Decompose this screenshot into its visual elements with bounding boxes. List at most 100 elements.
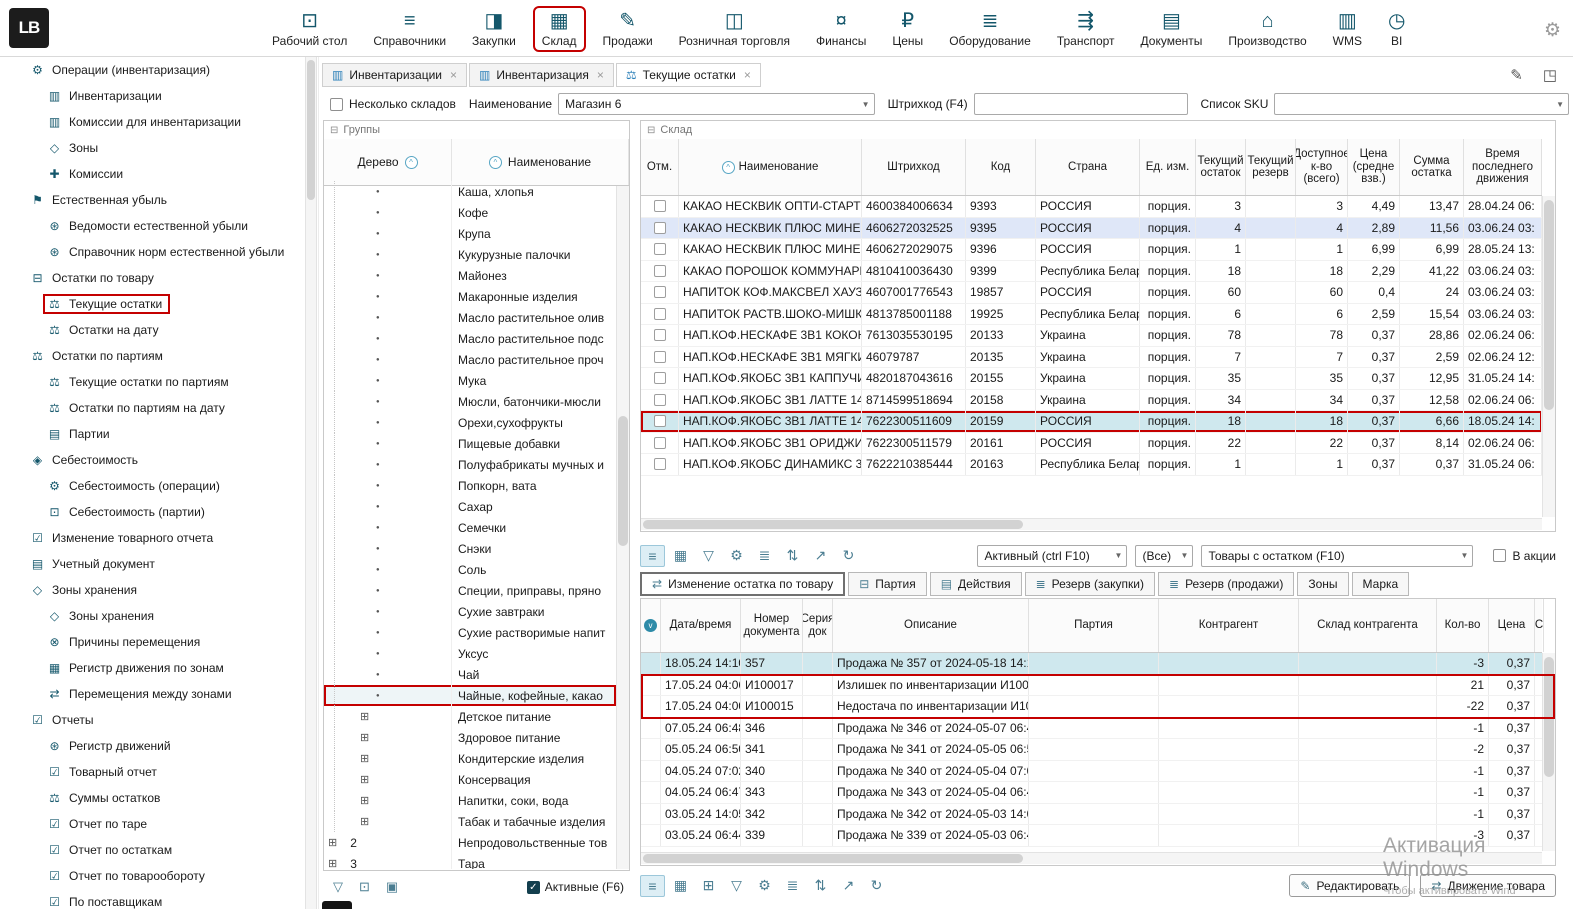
detail-tab[interactable]: ⇄Изменение остатка по товару bbox=[640, 572, 845, 596]
stock-col-8[interactable]: Доступное к-во (всего) bbox=[1296, 139, 1348, 195]
sidebar-item[interactable]: ⊡Себестоимость (партии) bbox=[0, 499, 305, 525]
status-filter-select[interactable]: Активный (ctrl F10)▼ bbox=[977, 545, 1127, 567]
group-tree-row[interactable]: ●Чай bbox=[324, 664, 616, 685]
maximize-icon[interactable]: ◳ bbox=[1543, 66, 1557, 84]
sidebar-item[interactable]: ⚖Остатки по партиям bbox=[0, 343, 305, 369]
detail-tab[interactable]: Марка bbox=[1352, 572, 1410, 596]
view-table-icon[interactable]: ▦ bbox=[668, 545, 693, 567]
sidebar-item[interactable]: ⚙Операции (инвентаризация) bbox=[0, 57, 305, 83]
stock-row[interactable]: НАП.КОФ.НЕСКАФЕ 3В1 МЯГКИЙ 1646079787201… bbox=[641, 347, 1542, 369]
row-checkbox[interactable] bbox=[654, 351, 666, 363]
sidebar-item[interactable]: ◇Зоны bbox=[0, 135, 305, 161]
warehouse-select[interactable]: Магазин 6▼ bbox=[558, 93, 874, 115]
nav-item-equipment[interactable]: ≣Оборудование bbox=[940, 6, 1040, 52]
group-tree-row[interactable]: ⊞Кондитерские изделия bbox=[324, 748, 616, 769]
active-f6-checkbox[interactable]: ✓ bbox=[527, 881, 540, 894]
row-checkbox[interactable] bbox=[654, 329, 666, 341]
close-icon[interactable]: × bbox=[744, 68, 751, 82]
sidebar-item[interactable]: ✚Комиссии bbox=[0, 161, 305, 187]
nav-item-retail[interactable]: ◫Розничная торговля bbox=[670, 6, 799, 52]
stock-col-2[interactable]: Штрихкод bbox=[862, 139, 966, 195]
detail-vscrollbar[interactable] bbox=[1542, 653, 1555, 851]
movement-row[interactable]: 05.05.24 06:50341Продажа № 341 от 2024-0… bbox=[641, 739, 1555, 761]
stock-row[interactable]: НАПИТОК КОФ.МАКСВЕЛ ХАУЗ 3В1460700177654… bbox=[641, 282, 1542, 304]
movement-row[interactable]: 18.05.24 14:10357Продажа № 357 от 2024-0… bbox=[641, 653, 1555, 675]
edit-button[interactable]: ✎Редактировать bbox=[1289, 874, 1410, 897]
stock-row[interactable]: НАП.КОФ.ЯКОБС 3В1 ЛАТТЕ 14.8Г УК76223005… bbox=[641, 411, 1542, 433]
sidebar-item[interactable]: ⚖Остатки по партиям на дату bbox=[0, 395, 305, 421]
promo-checkbox[interactable] bbox=[1493, 549, 1506, 562]
detail-col-2[interactable]: Номер документа bbox=[741, 599, 803, 652]
row-checkbox[interactable] bbox=[654, 243, 666, 255]
settings-gear-icon[interactable]: ⚙ bbox=[1544, 19, 1561, 42]
export-icon[interactable]: ↗ bbox=[808, 545, 833, 567]
sidebar-item[interactable]: ⚖Остатки на дату bbox=[0, 317, 305, 343]
sidebar-item[interactable]: ☑Изменение товарного отчета bbox=[0, 525, 305, 551]
settings-icon[interactable]: ⚙ bbox=[724, 545, 749, 567]
sidebar-item[interactable]: ▦Регистр движения по зонам bbox=[0, 655, 305, 681]
sku-select[interactable]: ▼ bbox=[1274, 93, 1569, 115]
stock-col-4[interactable]: Страна bbox=[1036, 139, 1140, 195]
group-tree-row[interactable]: ●Масло растительное олив bbox=[324, 307, 616, 328]
sidebar-item[interactable]: ⊟Остатки по товару bbox=[0, 265, 305, 291]
view-list-icon[interactable]: ≡ bbox=[640, 545, 665, 567]
refresh-icon[interactable]: ↻ bbox=[836, 545, 861, 567]
calendar-icon[interactable]: ⊞ bbox=[696, 875, 721, 897]
stock-col-5[interactable]: Ед. изм. bbox=[1140, 139, 1196, 195]
groups-col-name[interactable]: ^Наименование bbox=[452, 139, 629, 185]
sidebar-item[interactable]: ⇄Перемещения между зонами bbox=[0, 681, 305, 707]
tab-item[interactable]: ▥Инвентаризация× bbox=[469, 63, 614, 87]
nav-item-purchases[interactable]: ◨Закупки bbox=[463, 6, 525, 52]
group-tree-row[interactable]: ●Сухие завтраки bbox=[324, 601, 616, 622]
detail-col-5[interactable]: Партия bbox=[1029, 599, 1159, 652]
movement-row[interactable]: 07.05.24 06:48346Продажа № 346 от 2024-0… bbox=[641, 718, 1555, 740]
movement-row[interactable]: 04.05.24 06:47343Продажа № 343 от 2024-0… bbox=[641, 782, 1555, 804]
sidebar-item[interactable]: ▤Партии bbox=[0, 421, 305, 447]
stock-row[interactable]: КАКАО НЕСКВИК ОПТИ-СТАРТ БЫС460038400663… bbox=[641, 196, 1542, 218]
view-list-icon[interactable]: ≡ bbox=[640, 875, 665, 897]
sidebar-item[interactable]: ⊛Справочник норм естественной убыли bbox=[0, 239, 305, 265]
sort-asc-icon[interactable]: ^ bbox=[722, 161, 735, 174]
detail-col-10[interactable]: С bbox=[1535, 599, 1544, 652]
sidebar-item[interactable]: ⚖Текущие остатки bbox=[0, 291, 305, 317]
row-checkbox[interactable] bbox=[654, 458, 666, 470]
stock-vscrollbar[interactable] bbox=[1542, 196, 1555, 517]
group-tree-row[interactable]: ⊞Консервация bbox=[324, 769, 616, 790]
collapse-all-icon[interactable]: ▣ bbox=[386, 879, 398, 895]
detail-tab[interactable]: ⊟Партия bbox=[848, 572, 926, 596]
group-tree-row[interactable]: ●Сухие растворимые напит bbox=[324, 622, 616, 643]
group-tree-row[interactable]: ⊞3Тара bbox=[324, 853, 616, 869]
group-tree-row[interactable]: ●Мука bbox=[324, 370, 616, 391]
groups-scrollbar[interactable] bbox=[616, 186, 629, 869]
sidebar-item[interactable]: ◈Себестоимость bbox=[0, 447, 305, 473]
sidebar-item[interactable]: ☑Отчет по остаткам bbox=[0, 837, 305, 863]
stock-row[interactable]: КАКАО НЕСКВИК ПЛЮС МИНЕРАЛЬ4606272032525… bbox=[641, 218, 1542, 240]
app-logo[interactable]: LB bbox=[9, 8, 49, 48]
sidebar-item[interactable]: ⚙Себестоимость (операции) bbox=[0, 473, 305, 499]
stock-col-6[interactable]: Текущий остаток bbox=[1196, 139, 1246, 195]
expand-plus-icon[interactable]: ⊞ bbox=[360, 773, 369, 786]
group-tree-row[interactable]: ●Чайные, кофейные, какао bbox=[324, 685, 616, 706]
sidebar-item[interactable]: ▥Инвентаризации bbox=[0, 83, 305, 109]
sidebar-item[interactable]: ☑Отчеты bbox=[0, 707, 305, 733]
stock-row[interactable]: НАП.КОФ.ЯКОБС 3В1 ОРИДЖИНАЛ7622300511579… bbox=[641, 433, 1542, 455]
row-checkbox[interactable] bbox=[654, 437, 666, 449]
nav-item-desktop[interactable]: ⊡Рабочий стол bbox=[263, 6, 356, 52]
scroll-thumb[interactable] bbox=[1544, 657, 1554, 777]
detail-tab[interactable]: ▤Действия bbox=[930, 572, 1022, 596]
sidebar-item[interactable]: ◇Зоны хранения bbox=[0, 603, 305, 629]
group-tree-row[interactable]: ●Майонез bbox=[324, 265, 616, 286]
sort-asc-icon[interactable]: ^ bbox=[489, 156, 502, 169]
group-tree-row[interactable]: ●Снэки bbox=[324, 538, 616, 559]
expand-plus-icon[interactable]: ⊞ bbox=[360, 752, 369, 765]
scroll-thumb[interactable] bbox=[1544, 200, 1554, 410]
group-tree-row[interactable]: ●Полуфабрикаты мучных и bbox=[324, 454, 616, 475]
edit-icon[interactable]: ✎ bbox=[1510, 66, 1523, 84]
detail-hscrollbar[interactable] bbox=[641, 852, 1542, 864]
group-tree-row[interactable]: ●Кукурузные палочки bbox=[324, 244, 616, 265]
stock-row[interactable]: КАКАО НЕСКВИК ПЛЮС МИНЕРАЛЬ4606272029075… bbox=[641, 239, 1542, 261]
nav-item-prices[interactable]: ₽Цены bbox=[883, 6, 932, 52]
nav-item-wms[interactable]: ▥WMS bbox=[1324, 6, 1371, 52]
detail-tab[interactable]: ≣Резерв (продажи) bbox=[1158, 572, 1294, 596]
nav-item-transport[interactable]: ⇶Транспорт bbox=[1048, 6, 1124, 52]
